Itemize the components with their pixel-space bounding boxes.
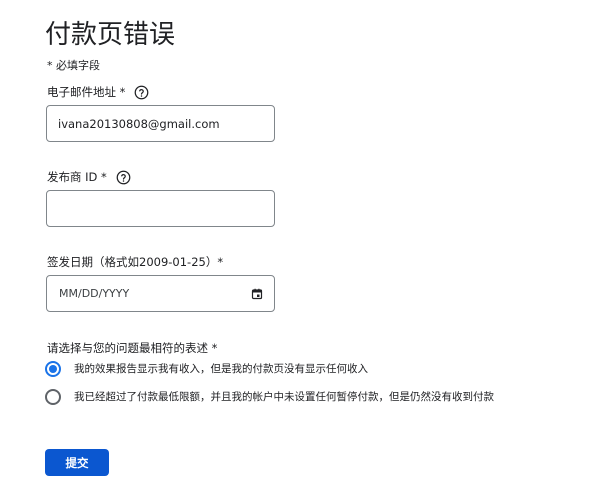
problem-option-1-label: 我的效果报告显示我有收入，但是我的付款页没有显示任何收入 [74,363,368,375]
page-title: 付款页错误 [45,20,176,50]
problem-option-2-label: 我已经超过了付款最低限额，并且我的帐户中未设置任何暂停付款，但是仍然没有收到付款 [74,391,494,403]
publisher-id-label: 发布商 ID * [47,170,107,184]
issue-date-field[interactable]: MM/DD/YYYY [46,275,275,312]
calendar-icon[interactable] [251,288,263,300]
publisher-id-field[interactable] [46,190,275,227]
help-circle-icon[interactable] [116,170,131,185]
help-circle-icon[interactable] [134,85,149,100]
submit-button[interactable]: 提交 [45,449,109,476]
email-field[interactable] [46,105,275,142]
problem-question-label: 请选择与您的问题最相符的表述 * [47,341,218,355]
email-label: 电子邮件地址 * [47,85,126,99]
radio-selected[interactable] [45,361,61,377]
issue-date-label-row: 签发日期（格式如2009-01-25）* [47,253,223,271]
issue-date-placeholder: MM/DD/YYYY [59,287,130,300]
required-fields-note: * 必填字段 [47,59,100,72]
problem-option-1[interactable]: 我的效果报告显示我有收入，但是我的付款页没有显示任何收入 [45,361,368,377]
radio-unselected[interactable] [45,389,61,405]
problem-option-2[interactable]: 我已经超过了付款最低限额，并且我的帐户中未设置任何暂停付款，但是仍然没有收到付款 [45,389,494,405]
email-label-row: 电子邮件地址 * [47,83,149,101]
publisher-id-label-row: 发布商 ID * [47,168,131,186]
issue-date-label: 签发日期（格式如2009-01-25）* [47,255,224,269]
